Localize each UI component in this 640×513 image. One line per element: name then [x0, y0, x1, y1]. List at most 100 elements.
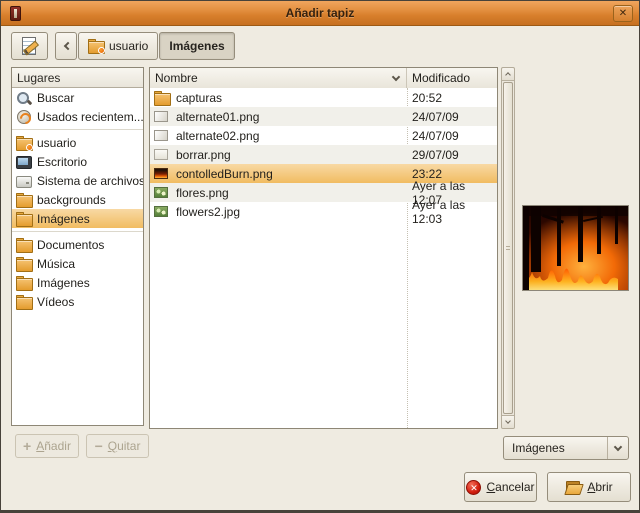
breadcrumb-label: usuario — [109, 39, 148, 53]
home-badge-icon — [26, 144, 33, 151]
breadcrumb-label: Imágenes — [169, 39, 224, 53]
desktop-icon — [16, 154, 32, 170]
file-name: contolledBurn.png — [176, 167, 273, 181]
file-row-alternate01[interactable]: alternate01.png 24/07/09 — [150, 107, 497, 126]
recent-icon — [16, 109, 32, 125]
places-sidebar: Lugares Buscar Usados recientem... usuar… — [11, 67, 144, 426]
chevron-down-icon — [614, 442, 622, 450]
home-folder-icon — [88, 38, 104, 54]
places-header[interactable]: Lugares — [12, 68, 143, 88]
places-separator — [12, 228, 143, 235]
place-item-documentos[interactable]: Documentos — [12, 235, 143, 254]
scroll-up-button[interactable] — [502, 68, 514, 81]
home-badge-icon — [98, 47, 105, 54]
image-file-icon — [154, 187, 168, 198]
place-label: Imágenes — [37, 212, 90, 226]
path-toolbar: usuario Imágenes — [11, 32, 235, 60]
file-modified: 29/07/09 — [412, 148, 459, 162]
cancel-label: Cancelar — [486, 480, 534, 494]
place-label: Imágenes — [37, 276, 90, 290]
sort-descending-icon — [392, 72, 400, 80]
chevron-down-icon — [505, 418, 511, 424]
add-button[interactable]: + Añadir — [15, 434, 79, 458]
open-label: Abrir — [587, 480, 612, 494]
chevron-up-icon — [505, 72, 511, 78]
breadcrumb-imagenes[interactable]: Imágenes — [159, 32, 234, 60]
file-modified: 20:52 — [412, 91, 442, 105]
folder-icon — [16, 237, 32, 253]
cancel-icon: ✕ — [466, 480, 481, 495]
open-folder-icon — [565, 481, 582, 494]
fire-image-icon — [154, 168, 168, 179]
place-item-sistema[interactable]: Sistema de archivos — [12, 171, 143, 190]
image-file-icon — [154, 149, 168, 160]
file-name: alternate02.png — [176, 129, 259, 143]
place-label: Usados recientem... — [37, 110, 143, 124]
file-row-alternate02[interactable]: alternate02.png 24/07/09 — [150, 126, 497, 145]
path-scroll-left-button[interactable] — [55, 32, 77, 60]
place-item-imagenes2[interactable]: Imágenes — [12, 273, 143, 292]
column-label: Nombre — [155, 71, 198, 85]
place-item-escritorio[interactable]: Escritorio — [12, 152, 143, 171]
folder-icon — [154, 90, 170, 106]
close-button[interactable]: ✕ — [613, 5, 633, 22]
window-title: Añadir tapiz — [1, 6, 639, 20]
place-item-imagenes-selected[interactable]: Imágenes — [12, 209, 143, 228]
image-file-icon — [154, 111, 168, 122]
scrollbar-thumb[interactable] — [503, 82, 513, 414]
file-row-borrar[interactable]: borrar.png 29/07/09 — [150, 145, 497, 164]
remove-label: Quitar — [108, 439, 141, 453]
breadcrumb-usuario[interactable]: usuario — [78, 32, 158, 60]
place-item-musica[interactable]: Música — [12, 254, 143, 273]
add-wallpaper-dialog: Añadir tapiz ✕ usuario Imágenes Lugares … — [0, 0, 640, 513]
remove-button[interactable]: − Quitar — [86, 434, 149, 458]
file-row-flowers2[interactable]: flowers2.jpg Ayer a las 12:03 — [150, 202, 497, 221]
column-label: Modificado — [412, 71, 470, 85]
folder-icon — [16, 275, 32, 291]
file-list-header: Nombre Modificado — [150, 68, 497, 88]
folder-icon — [16, 294, 32, 310]
file-name: alternate01.png — [176, 110, 259, 124]
minus-icon: − — [95, 441, 103, 451]
file-row-capturas[interactable]: capturas 20:52 — [150, 88, 497, 107]
file-type-filter-combo[interactable]: Imágenes — [503, 436, 629, 460]
folder-icon — [16, 192, 32, 208]
folder-icon — [16, 256, 32, 272]
place-item-usuario[interactable]: usuario — [12, 133, 143, 152]
chevron-left-icon — [63, 42, 71, 50]
search-icon — [16, 90, 32, 106]
place-label: Música — [37, 257, 75, 271]
add-label: Añadir — [36, 439, 71, 453]
column-header-nombre[interactable]: Nombre — [150, 68, 407, 88]
file-name: capturas — [176, 91, 222, 105]
place-label: Sistema de archivos — [37, 174, 143, 188]
place-item-backgrounds[interactable]: backgrounds — [12, 190, 143, 209]
type-filename-button[interactable] — [11, 32, 48, 60]
vertical-scrollbar[interactable] — [501, 67, 515, 429]
scroll-down-button[interactable] — [502, 415, 514, 428]
cancel-button[interactable]: ✕ Cancelar — [464, 472, 537, 502]
place-item-recientes[interactable]: Usados recientem... — [12, 107, 143, 126]
place-label: Vídeos — [37, 295, 74, 309]
file-name: flowers2.jpg — [176, 205, 240, 219]
filter-selected-label: Imágenes — [512, 441, 565, 455]
place-label: backgrounds — [37, 193, 106, 207]
titlebar[interactable]: Añadir tapiz ✕ — [1, 1, 639, 26]
place-label: usuario — [37, 136, 76, 150]
file-name: borrar.png — [176, 148, 231, 162]
plus-icon: + — [23, 441, 31, 451]
places-separator — [12, 126, 143, 133]
open-button[interactable]: Abrir — [547, 472, 631, 502]
image-file-icon — [154, 130, 168, 141]
type-filename-icon — [20, 36, 40, 56]
folder-icon — [16, 211, 32, 227]
place-label: Buscar — [37, 91, 74, 105]
column-header-modificado[interactable]: Modificado — [407, 68, 497, 88]
file-list: Nombre Modificado capturas 20:52 alterna… — [149, 67, 498, 429]
drive-icon — [16, 173, 32, 189]
place-item-buscar[interactable]: Buscar — [12, 88, 143, 107]
place-item-videos[interactable]: Vídeos — [12, 292, 143, 311]
home-folder-icon — [16, 135, 32, 151]
file-modified: 24/07/09 — [412, 110, 459, 124]
image-file-icon — [154, 206, 168, 217]
